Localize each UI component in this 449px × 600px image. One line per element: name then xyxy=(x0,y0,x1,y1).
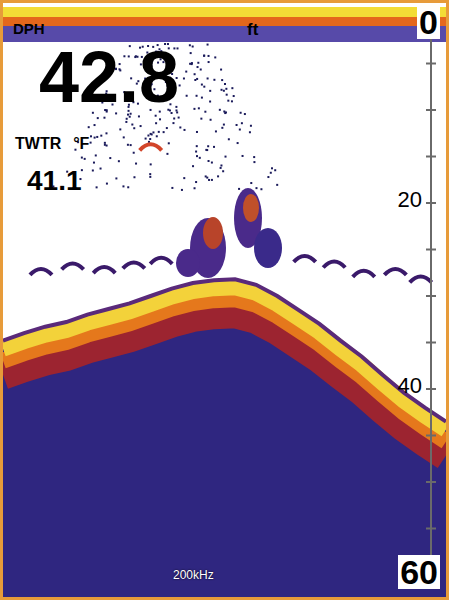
fish-arch-icon xyxy=(30,269,52,275)
fish-arch-icon xyxy=(410,276,432,282)
fish-arch-icon xyxy=(294,256,316,262)
structure xyxy=(176,188,282,278)
scale-label: 60 xyxy=(398,555,440,589)
frequency-label: 200kHz xyxy=(173,569,214,581)
fish-arch-icon xyxy=(353,271,375,277)
fish-arch-icon xyxy=(93,267,115,273)
water-temp-label: TWTR°F xyxy=(15,136,89,152)
depth-value: 42.8 xyxy=(39,41,179,113)
fish-arch-icon xyxy=(384,269,406,275)
depth-unit: ft xyxy=(247,21,258,38)
scale-label: 40 xyxy=(398,375,422,397)
depth-label: DPH xyxy=(13,21,45,36)
fish-arch-icon xyxy=(62,263,84,269)
fish-arch-icon xyxy=(140,144,162,150)
fish-arch-icon xyxy=(323,262,345,268)
depth-scale xyxy=(426,17,436,575)
fish-arch-icon xyxy=(150,258,172,264)
scale-label: 20 xyxy=(398,189,422,211)
water-temp-value: 41.1 xyxy=(27,167,82,195)
fish-arch-icon xyxy=(123,262,145,268)
scale-label: 0 xyxy=(417,5,440,39)
fishfinder-screen: DPH ft 42.8 TWTR°F 41.1 0 20 40 60 200kHz xyxy=(0,0,449,600)
